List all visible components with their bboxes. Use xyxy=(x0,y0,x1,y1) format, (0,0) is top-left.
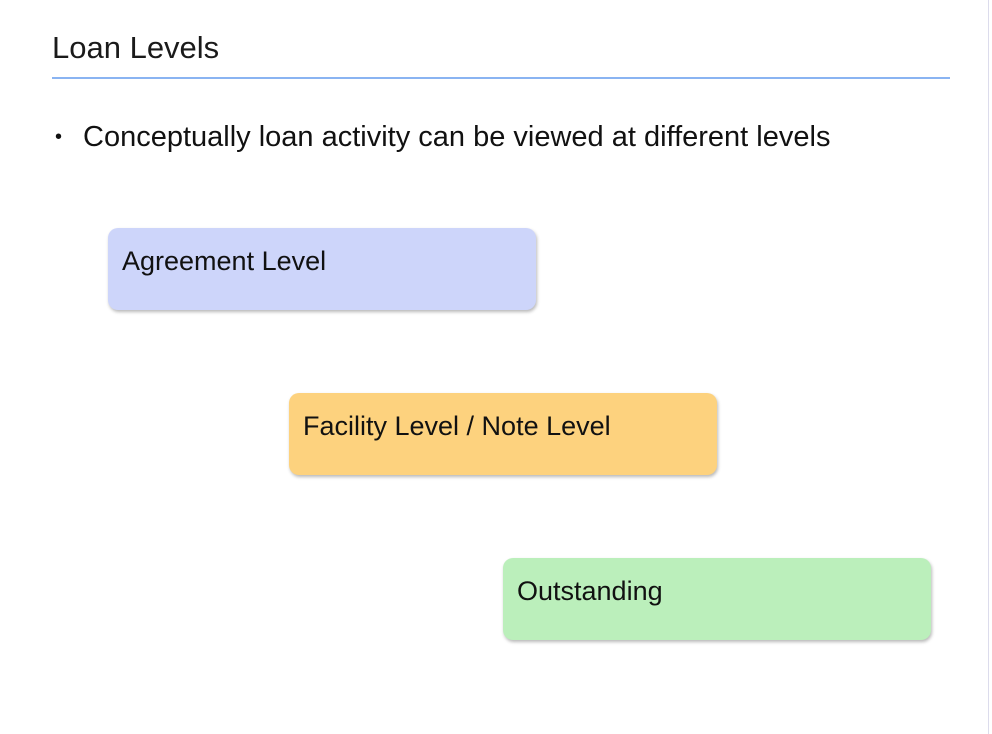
bullet-item: • Conceptually loan activity can be viewe… xyxy=(55,118,830,156)
slide: Loan Levels • Conceptually loan activity … xyxy=(0,0,992,734)
bullet-text: Conceptually loan activity can be viewed… xyxy=(83,121,831,153)
bullet-icon: • xyxy=(55,126,63,148)
facility-note-level-box: Facility Level / Note Level xyxy=(289,393,717,475)
agreement-level-box: Agreement Level xyxy=(108,228,536,310)
title-underline xyxy=(52,77,950,79)
facility-note-level-label: Facility Level / Note Level xyxy=(303,411,611,441)
slide-right-border xyxy=(988,0,989,734)
slide-title: Loan Levels xyxy=(52,30,220,65)
outstanding-box: Outstanding xyxy=(503,558,931,640)
agreement-level-label: Agreement Level xyxy=(122,246,327,276)
outstanding-label: Outstanding xyxy=(517,576,663,606)
